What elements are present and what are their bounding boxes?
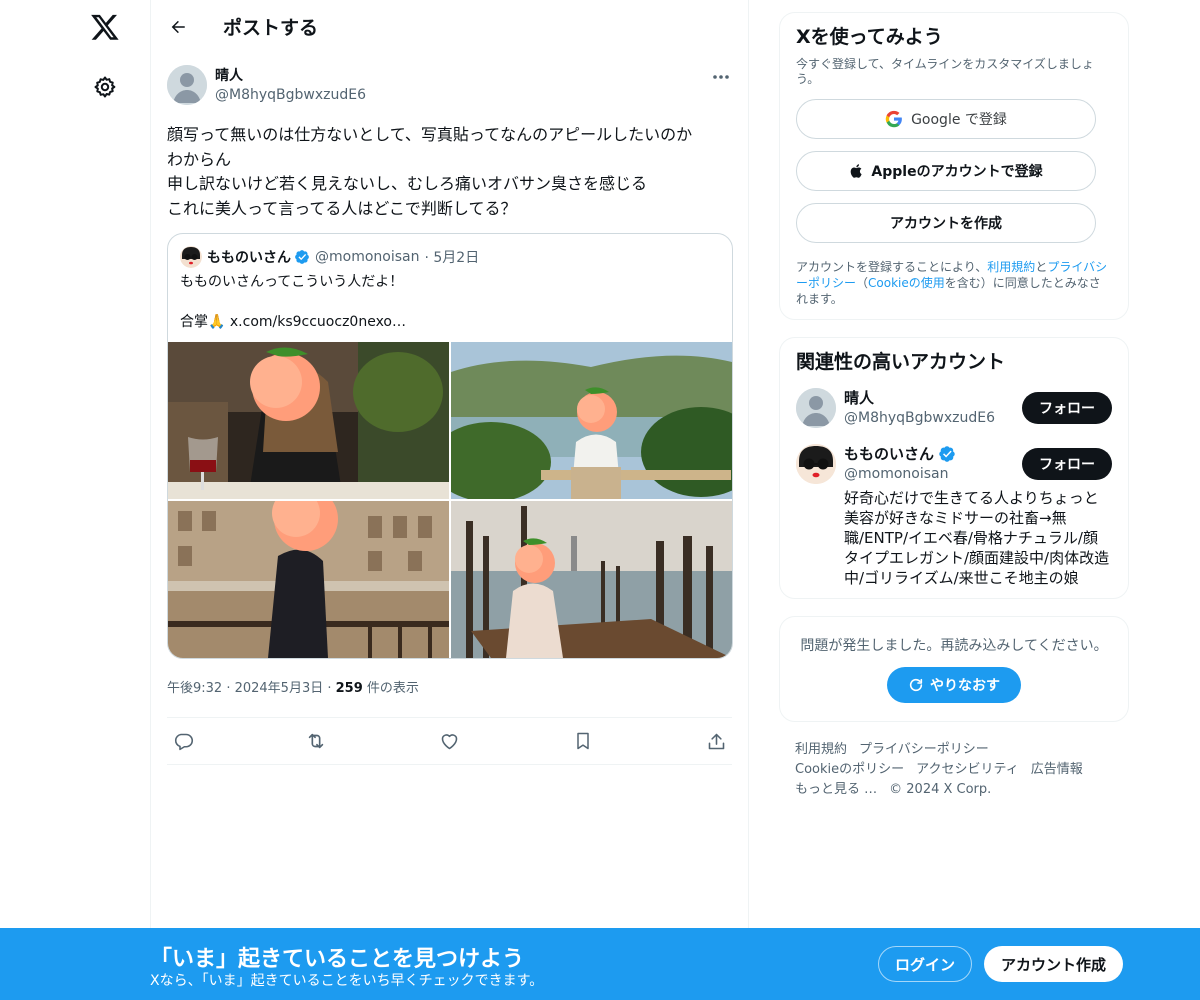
photo-garden[interactable]: [451, 342, 732, 499]
tweet: 晴人 @M8hyqBgbwxzudE6 顔写って無いのは仕方ないとして、写真貼っ…: [151, 53, 748, 765]
legal-mid: （: [856, 276, 869, 290]
author-handle[interactable]: @M8hyqBgbwxzudE6: [215, 85, 366, 105]
quote-text: もものいさんってこういう人だよ！ 合掌🙏 x.com/ks9ccuocz0nex…: [180, 274, 406, 330]
photo-venice[interactable]: [451, 501, 732, 658]
signup-subtitle: 今すぐ登録して、タイムラインをカスタマイズしましょう。: [796, 57, 1094, 86]
quote-avatar: [180, 246, 202, 268]
banner-title: 「いま」起きていることを見つけよう: [150, 947, 525, 972]
reply-icon[interactable]: [171, 729, 195, 753]
left-nav: [60, 0, 150, 1000]
author-names: 晴人 @M8hyqBgbwxzudE6: [215, 67, 366, 105]
relevant-title: 関連性の高いアカウント: [796, 351, 1006, 373]
error-card: 問題が発生しました。再読み込みしてください。 やりなおす: [779, 616, 1129, 722]
page-title: ポストする: [223, 17, 319, 39]
google-icon: [885, 110, 902, 128]
retry-label: やりなおす: [930, 678, 1000, 694]
follow-button[interactable]: フォロー: [1022, 448, 1112, 480]
signup-title: Xを使ってみよう: [796, 26, 943, 48]
account-bio: 好奇心だけで生きてる人よりちょっと美容が好きなミドサーの社畜→無職/ENTP/イ…: [844, 489, 1110, 587]
footer-copyright: © 2024 X Corp.: [889, 782, 992, 797]
cookie-link[interactable]: Cookieの使用: [868, 276, 945, 290]
view-count-suffix: 件の表示: [362, 681, 419, 696]
legal-and: と: [1035, 260, 1048, 274]
verified-icon: [295, 250, 309, 264]
tweet-actions: [167, 717, 732, 765]
repost-icon[interactable]: [304, 729, 328, 753]
sidebar-footer: 利用規約 プライバシーポリシー Cookieのポリシー アクセシビリティ 広告情報 も…: [779, 740, 1129, 800]
footer-terms-link[interactable]: 利用規約: [795, 742, 847, 757]
footer-cookie-link[interactable]: Cookieのポリシー: [795, 762, 904, 777]
top-bar: ポストする: [151, 0, 748, 53]
bottom-banner: 「いま」起きていることを見つけよう Xなら、「いま」起きていることをいち早くチェ…: [0, 928, 1200, 1000]
terms-link[interactable]: 利用規約: [987, 260, 1035, 274]
view-count: 259: [335, 681, 363, 696]
more-icon[interactable]: [710, 67, 732, 87]
avatar[interactable]: [796, 388, 836, 428]
create-account-label: アカウントを作成: [890, 216, 1002, 232]
share-icon[interactable]: [704, 729, 728, 753]
tweet-text: 顔写って無いのは仕方ないとして、写真貼ってなんのアピールしたいのか わからん 申…: [167, 125, 693, 218]
tweet-author: 晴人 @M8hyqBgbwxzudE6: [167, 65, 732, 113]
account-item[interactable]: もものいさん @momonoisan 好奇心だけで生きてる人よりちょっと美容が好…: [796, 444, 1112, 588]
main-column: ポストする 晴人 @M8hyqBgbwxzudE6 顔写って無いのは仕方ないとし…: [150, 0, 749, 1000]
apple-signup-label: Appleのアカウントで登録: [871, 164, 1043, 180]
quote-date: · 5月2日: [424, 250, 480, 266]
author-name[interactable]: 晴人: [215, 67, 366, 85]
relevant-accounts-card: 関連性の高いアカウント 晴人 @M8hyqBgbwxzudE6 フォロー ももの…: [779, 337, 1129, 599]
footer-privacy-link[interactable]: プライバシーポリシー: [859, 742, 989, 757]
verified-icon: [939, 446, 955, 462]
bookmark-icon[interactable]: [571, 729, 595, 753]
x-logo-icon[interactable]: [88, 10, 122, 44]
gear-icon[interactable]: [91, 73, 119, 101]
avatar[interactable]: [167, 65, 207, 105]
quote-author-name: もものいさん: [207, 250, 291, 266]
like-icon[interactable]: [438, 729, 462, 753]
apple-signup-button[interactable]: Appleのアカウントで登録: [796, 151, 1096, 191]
quote-author-handle: @momonoisan: [315, 249, 420, 265]
photo-colosseum[interactable]: [168, 501, 449, 658]
quoted-tweet[interactable]: もものいさん @momonoisan · 5月2日 もものいさんってこういう人だ…: [167, 233, 733, 659]
banner-subtitle: Xなら、「いま」起きていることをいち早くチェックできます。: [150, 973, 544, 989]
quote-header: もものいさん @momonoisan · 5月2日: [168, 234, 732, 268]
google-signup-button[interactable]: Google で登録: [796, 99, 1096, 139]
error-text: 問題が発生しました。再読み込みしてください。: [800, 638, 1108, 654]
legal-prefix: アカウントを登録することにより、: [796, 260, 988, 274]
avatar[interactable]: [796, 444, 836, 484]
create-account-button[interactable]: アカウントを作成: [796, 203, 1096, 243]
right-sidebar: Xを使ってみよう 今すぐ登録して、タイムラインをカスタマイズしましょう。 Goo…: [779, 12, 1129, 800]
signup-card: Xを使ってみよう 今すぐ登録して、タイムラインをカスタマイズしましょう。 Goo…: [779, 12, 1129, 320]
login-button[interactable]: ログイン: [878, 946, 972, 982]
account-name-text: もものいさん: [844, 445, 935, 463]
photo-restaurant[interactable]: [168, 342, 449, 499]
app-root: ポストする 晴人 @M8hyqBgbwxzudE6 顔写って無いのは仕方ないとし…: [0, 0, 1200, 1000]
footer-more-link[interactable]: もっと見る …: [795, 782, 877, 797]
follow-button[interactable]: フォロー: [1022, 392, 1112, 424]
tweet-timestamp[interactable]: 午後9:32 · 2024年5月3日 ·: [167, 681, 336, 696]
footer-ads-link[interactable]: 広告情報: [1031, 762, 1083, 777]
signup-button[interactable]: アカウント作成: [984, 946, 1123, 982]
google-signup-label: Google で登録: [911, 112, 1007, 128]
tweet-meta: 午後9:32 · 2024年5月3日 · 259 件の表示: [167, 677, 732, 703]
refresh-icon: [909, 678, 923, 692]
photo-grid: [168, 342, 732, 658]
retry-button[interactable]: やりなおす: [887, 667, 1021, 703]
legal-text: アカウントを登録することにより、利用規約とプライバシーポリシー（Cookieの使…: [796, 259, 1112, 307]
footer-accessibility-link[interactable]: アクセシビリティ: [916, 762, 1019, 777]
apple-icon: [851, 164, 863, 178]
back-arrow-icon[interactable]: [167, 16, 189, 38]
account-item[interactable]: 晴人 @M8hyqBgbwxzudE6 フォロー: [796, 388, 1112, 428]
